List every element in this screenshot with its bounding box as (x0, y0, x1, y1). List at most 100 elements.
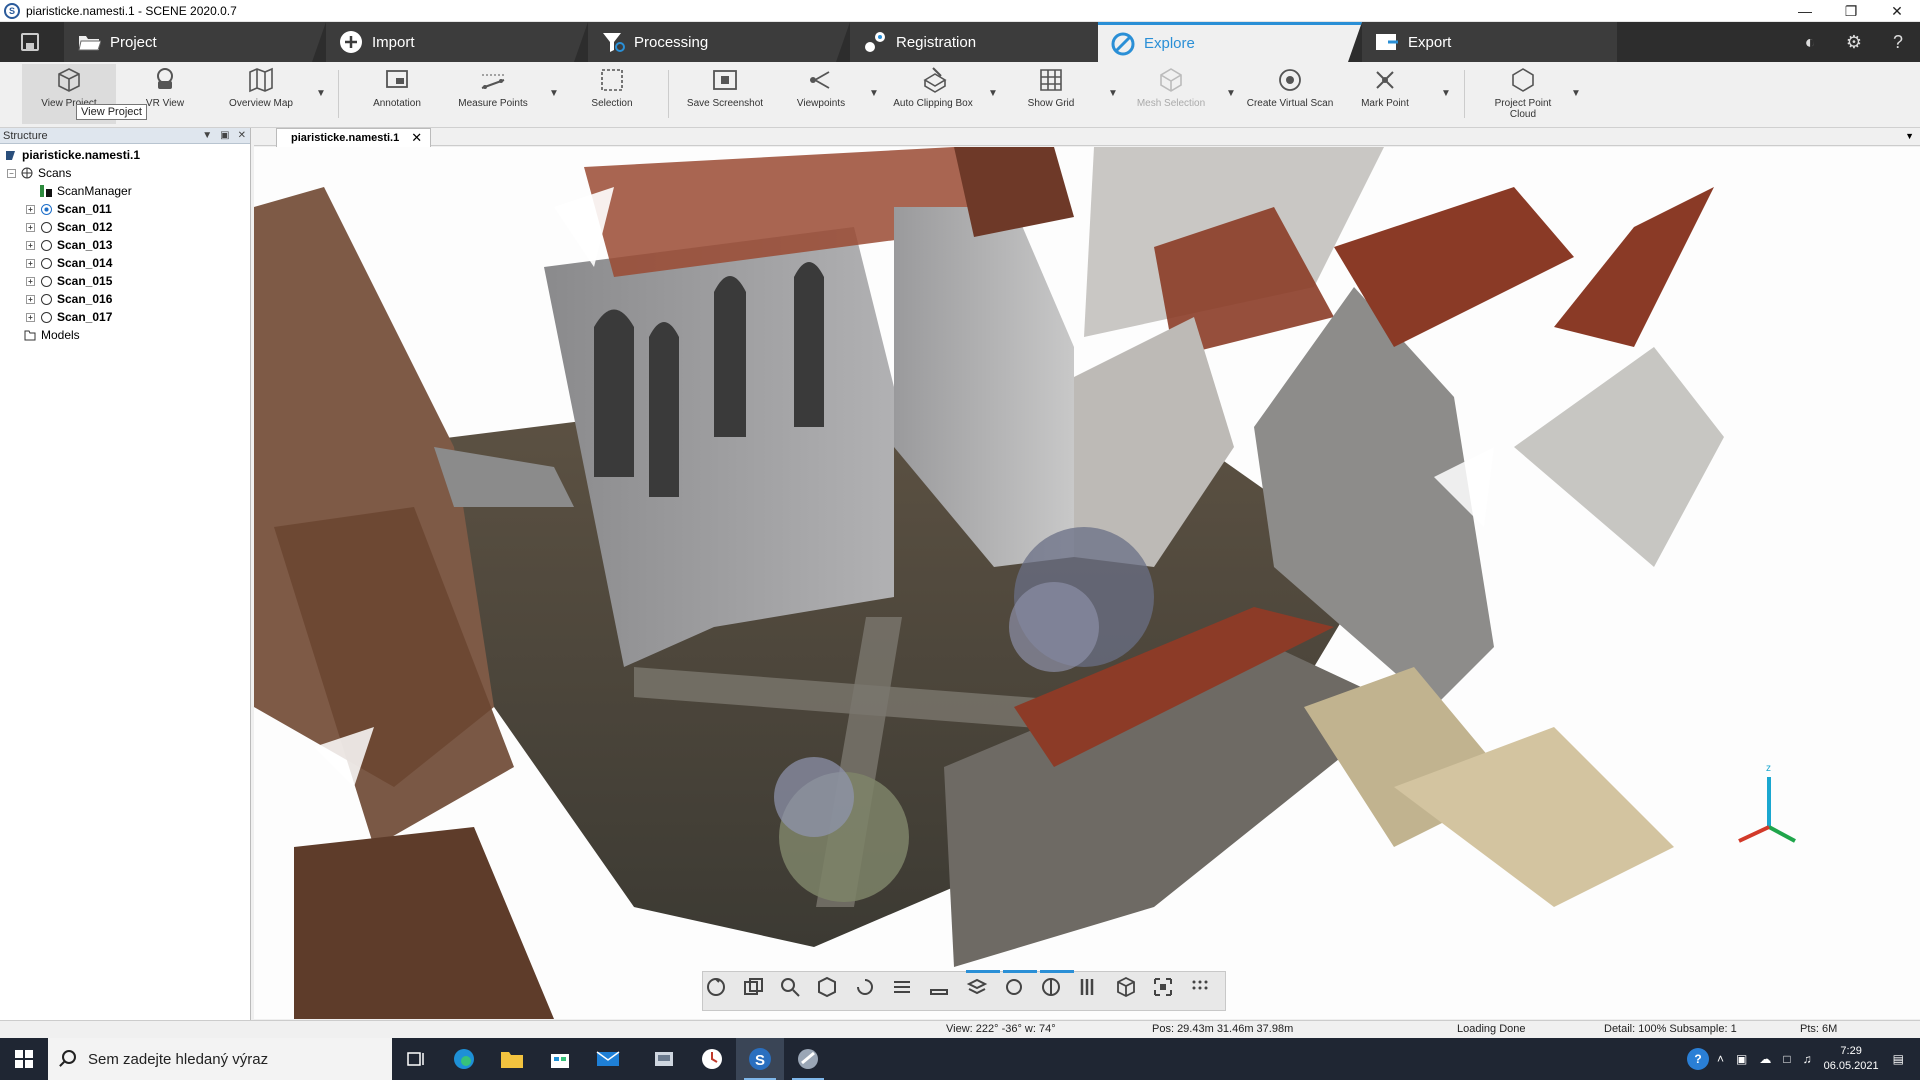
minimize-icon[interactable]: — (1782, 0, 1828, 22)
tree-scans[interactable]: − Scans (0, 164, 250, 182)
tab-processing-label: Processing (634, 33, 709, 51)
orbit-mode-icon[interactable] (705, 976, 739, 1006)
task-view-icon[interactable] (392, 1038, 440, 1080)
tab-project[interactable]: Project (64, 22, 326, 62)
file-explorer-icon[interactable] (488, 1038, 536, 1080)
main-tab-bar: Project Import Processing Registration E… (0, 22, 1920, 62)
expand-icon[interactable]: + (26, 222, 35, 232)
point-cloud-dropdown-icon[interactable]: ▼ (1571, 88, 1581, 99)
box-icon[interactable] (1115, 976, 1149, 1006)
scan-icon (40, 221, 52, 233)
store-icon[interactable] (536, 1038, 584, 1080)
overview-map-dropdown-icon[interactable]: ▼ (316, 88, 326, 99)
view-cube-icon[interactable] (816, 976, 850, 1006)
ribbon-separator (668, 70, 669, 118)
document-tab[interactable]: piaristicke.namesti.1 ✕ (276, 128, 432, 147)
taskbar-search[interactable]: Sem zadejte hledaný výraz (48, 1038, 392, 1080)
tab-list-dropdown-icon[interactable]: ▼ (1905, 131, 1914, 141)
expand-icon[interactable]: + (26, 276, 35, 286)
app-clock-icon[interactable] (688, 1038, 736, 1080)
expand-icon[interactable]: + (26, 312, 35, 322)
tab-import[interactable]: Import (326, 22, 588, 62)
measure-points-button[interactable]: Measure Points (447, 64, 539, 124)
tree-scan-item[interactable]: + Scan_017 (0, 308, 250, 326)
start-button[interactable] (0, 1038, 48, 1080)
panel-close-icon[interactable]: ✕ (238, 130, 246, 141)
mark-point-dropdown-icon[interactable]: ▼ (1441, 88, 1451, 99)
save-screenshot-button[interactable]: Save Screenshot (680, 64, 770, 124)
project-point-cloud-button[interactable]: Project Point Cloud (1478, 64, 1568, 124)
tree-scan-item[interactable]: + Scan_014 (0, 254, 250, 272)
tree-scan-item[interactable]: + Scan_012 (0, 218, 250, 236)
volume-icon[interactable]: ♫ (1803, 1052, 1812, 1066)
zoom-icon[interactable] (779, 976, 813, 1006)
close-tab-icon[interactable]: ✕ (411, 130, 422, 146)
cloud-icon[interactable]: ☁ (1759, 1052, 1771, 1066)
panel-menu-icon[interactable]: ▼ (202, 130, 212, 141)
pin-icon[interactable]: ▣ (220, 130, 229, 141)
fit-view-icon[interactable] (1152, 976, 1186, 1006)
viewpoints-dropdown-icon[interactable]: ▼ (869, 88, 879, 99)
tab-export[interactable]: Export (1362, 22, 1617, 62)
help-icon[interactable]: ? (1876, 22, 1920, 62)
overview-map-button[interactable]: Overview Map (216, 64, 306, 124)
tree-scan-item[interactable]: + Scan_015 (0, 272, 250, 290)
auto-clipping-box-button[interactable]: Auto Clipping Box (886, 64, 980, 124)
create-virtual-scan-label: Create Virtual Scan (1246, 98, 1334, 109)
notifications-icon[interactable]: ▤ (1893, 1052, 1904, 1066)
mail-icon[interactable] (584, 1038, 632, 1080)
expand-icon[interactable]: + (26, 294, 35, 304)
theme-icon[interactable]: ◐ (1788, 22, 1832, 62)
tab-registration[interactable]: Registration (850, 22, 1112, 62)
clipping-plane-icon[interactable] (891, 976, 925, 1006)
scan-label: Scan_014 (57, 256, 113, 270)
columns-icon[interactable] (1077, 976, 1111, 1006)
tree-root[interactable]: piaristicke.namesti.1 (0, 146, 250, 164)
tree-scan-item[interactable]: + Scan_011 (0, 200, 250, 218)
scanner-app-icon[interactable] (640, 1038, 688, 1080)
rotate-icon[interactable] (854, 976, 888, 1006)
refresh-icon[interactable] (1002, 970, 1037, 1006)
gear-icon[interactable]: ⚙ (1832, 22, 1876, 62)
mesh-dropdown-icon[interactable]: ▼ (1226, 88, 1236, 99)
edge-browser-icon[interactable] (440, 1038, 488, 1080)
measure-tool-icon[interactable] (928, 976, 962, 1006)
scan-manager-icon (40, 185, 52, 197)
show-grid-button[interactable]: Show Grid (1006, 64, 1096, 124)
tree-scan-item[interactable]: + Scan_016 (0, 290, 250, 308)
expand-icon[interactable]: + (26, 240, 35, 250)
point-size-icon[interactable] (1189, 976, 1223, 1006)
annotation-button[interactable]: Annotation (352, 64, 442, 124)
close-icon[interactable]: ✕ (1874, 0, 1920, 22)
scene-taskbar-icon[interactable]: S (736, 1038, 784, 1080)
mesh-selection-button[interactable]: Mesh Selection (1124, 64, 1218, 124)
selection-button[interactable]: Selection (570, 64, 654, 124)
point-cloud-viewport[interactable]: z (254, 147, 1920, 1019)
grid-dropdown-icon[interactable]: ▼ (1108, 88, 1118, 99)
network-icon[interactable]: □ (1783, 1052, 1790, 1066)
tree-scan-manager[interactable]: ScanManager (0, 182, 250, 200)
tab-processing[interactable]: Processing (588, 22, 850, 62)
viewpoints-button[interactable]: Viewpoints (776, 64, 866, 124)
split-view-icon[interactable] (1040, 970, 1075, 1006)
expand-icon[interactable]: + (26, 258, 35, 268)
tree-scan-item[interactable]: + Scan_013 (0, 236, 250, 254)
layers-icon[interactable] (965, 970, 1000, 1006)
maximize-icon[interactable]: ❐ (1828, 0, 1874, 22)
tab-explore[interactable]: Explore (1098, 22, 1362, 62)
python-app-icon[interactable] (784, 1038, 832, 1080)
usb-icon[interactable]: ▣ (1736, 1052, 1747, 1066)
clock[interactable]: 7:29 06.05.2021 (1824, 1044, 1879, 1074)
save-project-button[interactable] (0, 22, 60, 62)
processing-funnel-icon (600, 29, 626, 55)
mark-point-button[interactable]: Mark Point (1342, 64, 1428, 124)
clipping-dropdown-icon[interactable]: ▼ (988, 88, 998, 99)
tree-models[interactable]: Models (0, 326, 250, 344)
walk-mode-icon[interactable] (742, 976, 776, 1006)
expand-icon[interactable]: + (26, 204, 35, 214)
collapse-icon[interactable]: − (7, 168, 16, 178)
measure-dropdown-icon[interactable]: ▼ (549, 88, 559, 99)
help-tray-icon[interactable]: ? (1686, 1048, 1709, 1070)
chevron-up-icon[interactable]: ˄ (1717, 1052, 1724, 1066)
create-virtual-scan-button[interactable]: Create Virtual Scan (1242, 64, 1338, 124)
